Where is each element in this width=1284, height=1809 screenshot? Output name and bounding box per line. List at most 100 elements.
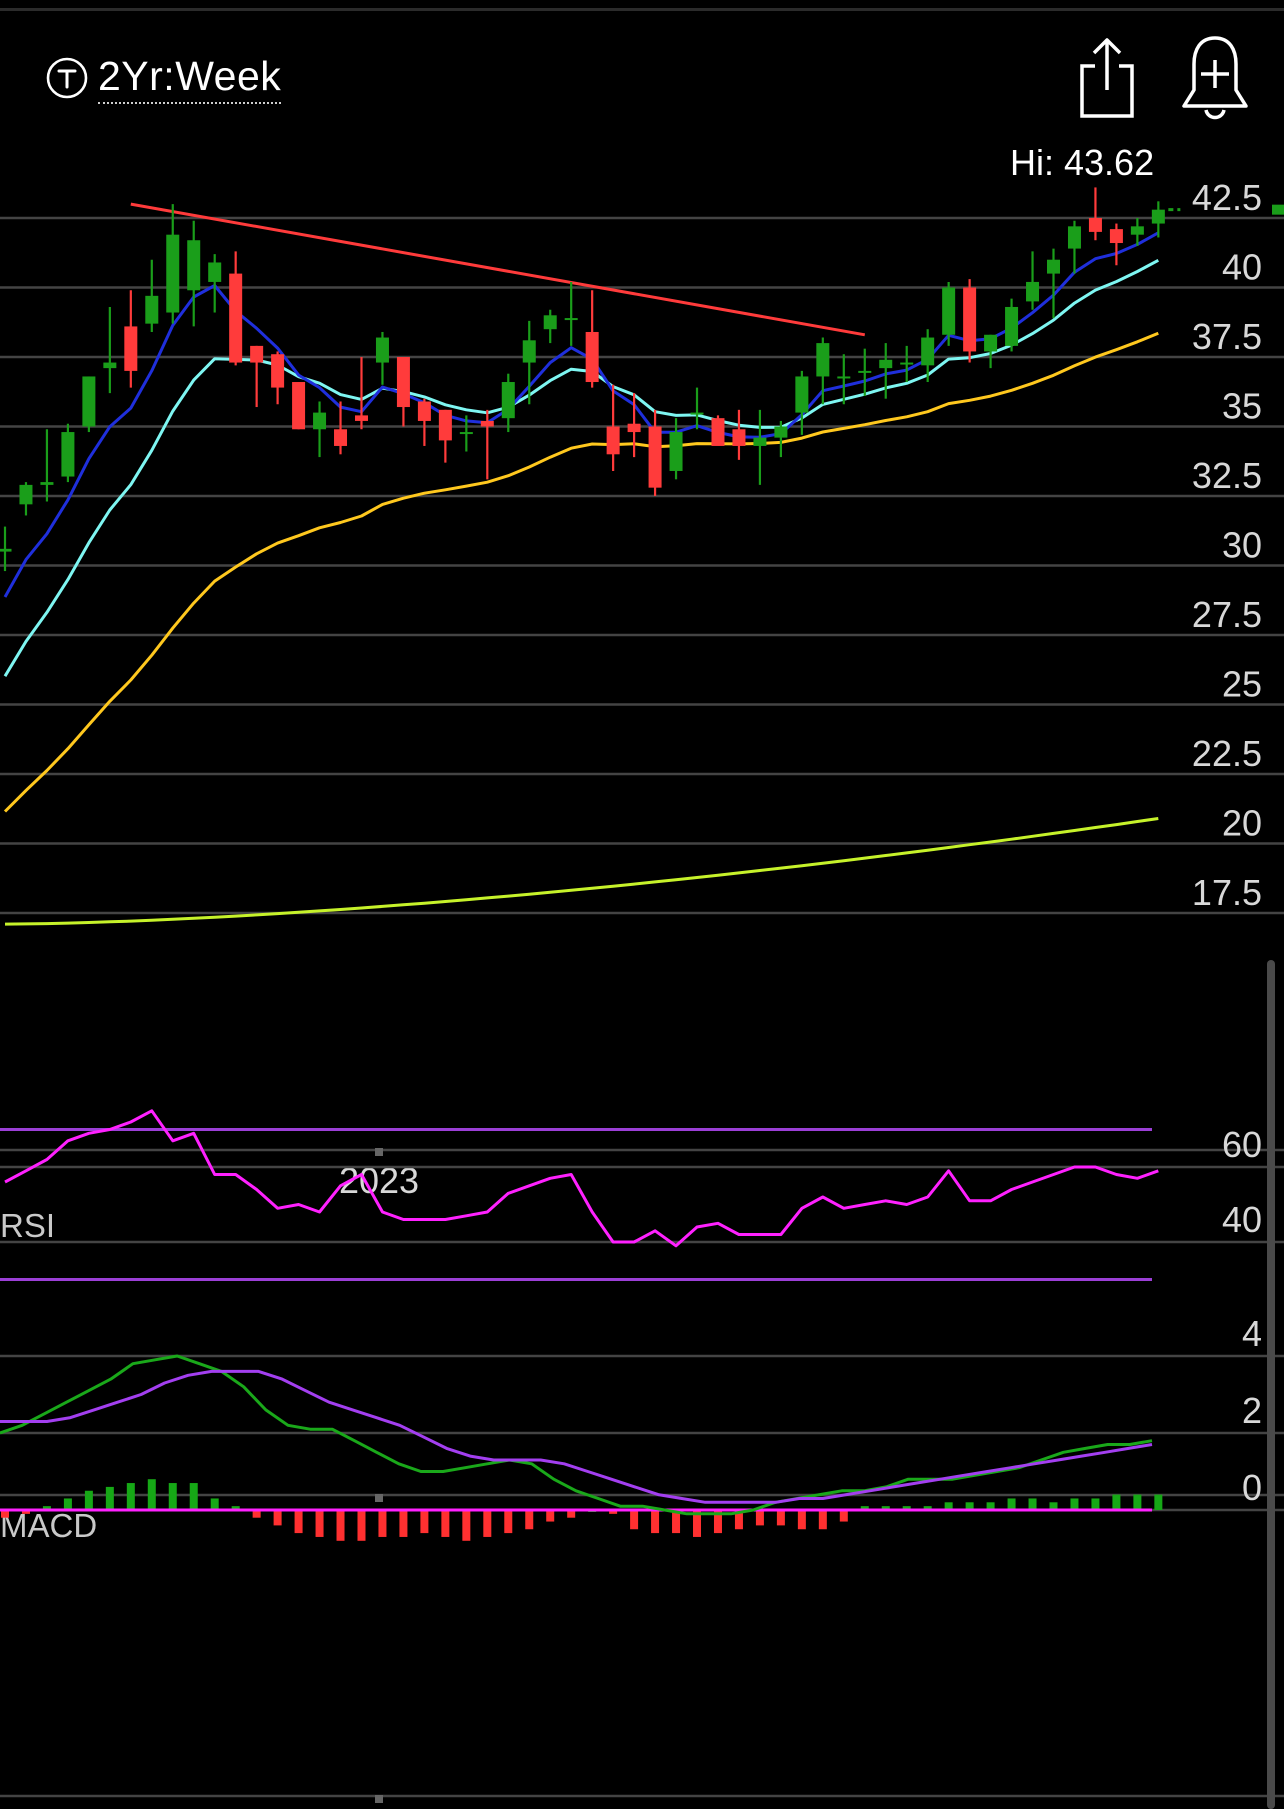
candlestick [564,281,578,346]
candle-body [501,382,515,419]
range-label: 2Yr:Week [98,53,282,104]
candlestick [648,409,662,496]
stock-chart[interactable]: 42.54037.53532.53027.52522.52017.52023RS… [0,0,1284,1809]
candlestick [1047,248,1060,319]
candlestick [229,251,243,366]
candle-body [879,359,893,369]
candlestick [145,259,159,332]
macd-histogram-bar [294,1510,303,1534]
candle-body [375,337,389,363]
macd-histogram-bar [273,1510,282,1526]
candlestick [501,373,515,433]
candle-body [921,337,935,366]
add-alert-bell-icon[interactable] [1180,34,1250,120]
macd-histogram-bar [483,1510,492,1537]
candle-body [711,418,725,446]
candle-body [250,345,264,363]
macd-histogram-bar [818,1510,827,1530]
rsi-title: RSI [0,1207,55,1244]
macd-histogram-bar [315,1510,324,1537]
candlestick [313,401,327,458]
candlestick [1067,220,1081,274]
macd-histogram-bar [504,1510,513,1534]
macd-histogram-bar [546,1510,555,1522]
macd-histogram-bar [168,1483,177,1510]
macd-histogram-bar [1112,1494,1121,1510]
candlestick [82,376,96,433]
candle-body [732,429,746,446]
candlestick [795,370,809,435]
candle-body [606,426,620,455]
macd-histogram-bar [1091,1498,1100,1510]
candle-body [900,362,914,365]
macd-histogram-bar [441,1510,450,1537]
macd-histogram-bar [105,1486,114,1510]
macd-histogram-bar [336,1510,345,1541]
macd-histogram-bar [147,1479,156,1510]
macd-histogram-bar [776,1510,785,1526]
price-axis-tick: 35 [1222,386,1262,427]
candlestick [271,351,285,405]
candle-body [774,426,788,438]
candlestick [124,290,138,388]
macd-histogram-bar [1028,1498,1037,1510]
candle-body [313,412,327,430]
macd-histogram-bar [525,1510,534,1530]
candle-body [1005,306,1019,346]
candlestick [900,345,914,383]
candlestick [1151,201,1165,238]
candlestick [921,329,935,383]
candlestick [61,423,75,483]
macd-axis-tick: 2 [1242,1390,1262,1431]
candle-body [690,412,704,415]
candlestick [354,357,368,430]
candle-body [942,287,956,335]
price-axis-tick: 25 [1222,664,1262,705]
price-axis-tick: 37.5 [1192,316,1262,357]
candlestick [40,429,54,502]
macd-histogram-bar [1070,1498,1079,1510]
macd-histogram-bar [1133,1494,1142,1510]
candlestick [103,306,117,394]
candlestick [292,382,306,430]
scrollbar[interactable] [1267,960,1275,1809]
candlestick [984,334,998,369]
macd-histogram-bar [357,1510,366,1541]
macd-signal-line [0,1369,1153,1504]
macd-histogram-bar [462,1510,471,1541]
candlestick [1005,298,1019,352]
candlestick [187,220,201,327]
candlestick [858,348,872,396]
top-divider [0,8,1284,11]
price-axis-tick: 17.5 [1192,872,1262,913]
candlestick [417,398,431,446]
candlestick [711,415,725,446]
macd-histogram-bar [755,1510,764,1526]
macd-histogram-bar [1154,1494,1163,1510]
macd-histogram-bar [651,1510,660,1534]
price-axis-tick: 22.5 [1192,733,1262,774]
candle-body [1151,209,1165,224]
candle-body [40,482,54,485]
candle-body [1047,259,1060,274]
candle-body [229,273,243,363]
price-axis-tick: 27.5 [1192,594,1262,635]
last-price-marker [1272,204,1284,215]
price-axis-tick: 20 [1222,803,1262,844]
range-selector-button[interactable]: 2Yr:Week [46,50,282,106]
candle-body [438,409,452,441]
candle-body [816,343,830,377]
macd-histogram-bar [63,1498,72,1510]
macd-axis-tick: 4 [1242,1313,1262,1354]
share-icon[interactable] [1070,36,1140,120]
rsi-axis-tick: 40 [1222,1199,1262,1240]
chart-header: 2Yr:Week [0,0,1284,130]
macd-histogram-bar [630,1510,639,1530]
candle-body [858,370,872,373]
candle-body [292,382,306,430]
candlestick [732,409,746,460]
rsi-line [4,1109,1159,1248]
candlestick [585,290,599,388]
candle-body [543,315,557,330]
candle-body [522,340,536,363]
